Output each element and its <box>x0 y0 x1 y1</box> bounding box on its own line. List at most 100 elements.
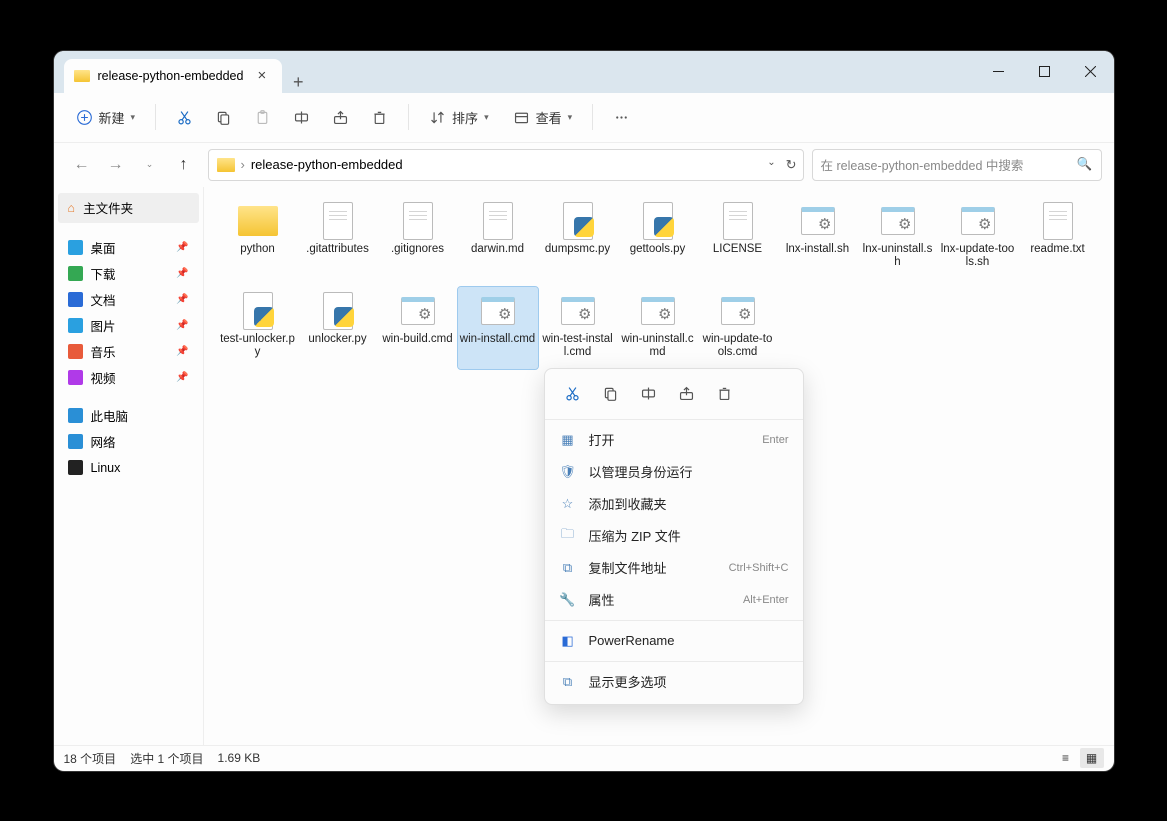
address-dropdown[interactable]: ⌄ <box>767 157 775 173</box>
tab-close-button[interactable]: × <box>251 67 272 84</box>
status-bar: 18 个项目 选中 1 个项目 1.69 KB ≡ ▦ <box>54 745 1114 771</box>
file-item[interactable]: darwin.md <box>458 197 538 279</box>
folder-icon <box>74 70 90 82</box>
sidebar-item[interactable]: 音乐📌 <box>58 339 199 365</box>
file-item[interactable]: gettools.py <box>618 197 698 279</box>
sidebar-item[interactable]: 图片📌 <box>58 313 199 339</box>
file-name: python <box>240 243 275 257</box>
file-icon <box>476 201 520 241</box>
sidebar-item[interactable]: 网络 <box>58 429 199 455</box>
file-icon <box>396 291 440 331</box>
toolbar: 新建▾ 排序▾ 查看▾ <box>54 93 1114 143</box>
file-icon <box>796 201 840 241</box>
file-item[interactable]: lnx-uninstall.sh <box>858 197 938 279</box>
cut-button[interactable] <box>166 100 203 134</box>
powerrename-icon: ◧ <box>559 633 577 649</box>
file-name: LICENSE <box>713 243 762 257</box>
maximize-button[interactable] <box>1022 51 1068 93</box>
search-placeholder: 在 release-python-embedded 中搜索 <box>821 155 1024 174</box>
search-input[interactable]: 在 release-python-embedded 中搜索 🔍 <box>812 149 1102 181</box>
rename-button[interactable] <box>283 100 320 134</box>
file-item[interactable]: unlocker.py <box>298 287 378 369</box>
sidebar-item[interactable]: 桌面📌 <box>58 235 199 261</box>
file-item[interactable]: lnx-update-tools.sh <box>938 197 1018 279</box>
new-button[interactable]: 新建▾ <box>66 100 146 134</box>
file-item[interactable]: .gitattributes <box>298 197 378 279</box>
ctx-delete-button[interactable] <box>707 379 743 409</box>
ctx-share-button[interactable] <box>669 379 705 409</box>
file-name: darwin.md <box>471 243 524 257</box>
sidebar-home[interactable]: ⌂ 主文件夹 <box>58 193 199 223</box>
details-view-button[interactable]: ≡ <box>1054 748 1078 768</box>
file-item[interactable]: win-update-tools.cmd <box>698 287 778 369</box>
ctx-properties[interactable]: 🔧属性Alt+Enter <box>545 584 803 616</box>
copy-button[interactable] <box>205 100 242 134</box>
file-item[interactable]: test-unlocker.py <box>218 287 298 369</box>
share-button[interactable] <box>322 100 359 134</box>
up-button[interactable]: ↑ <box>168 149 200 181</box>
file-name: lnx-update-tools.sh <box>940 243 1016 271</box>
breadcrumb-sep: › <box>241 157 245 172</box>
ctx-run-admin[interactable]: 🛡以管理员身份运行 <box>545 456 803 488</box>
sidebar-item[interactable]: 文档📌 <box>58 287 199 313</box>
file-icon <box>476 291 520 331</box>
sidebar-item[interactable]: Linux <box>58 455 199 481</box>
ctx-zip[interactable]: 🗀压缩为 ZIP 文件 <box>545 520 803 552</box>
sidebar-item[interactable]: 下载📌 <box>58 261 199 287</box>
file-item[interactable]: readme.txt <box>1018 197 1098 279</box>
file-name: unlocker.py <box>308 333 366 347</box>
file-icon <box>716 291 760 331</box>
file-icon <box>396 201 440 241</box>
sidebar-item[interactable]: 视频📌 <box>58 365 199 391</box>
file-item[interactable]: win-build.cmd <box>378 287 458 369</box>
recent-button[interactable]: ⌄ <box>134 149 166 181</box>
view-button[interactable]: 查看▾ <box>503 100 583 134</box>
file-name: readme.txt <box>1030 243 1084 257</box>
ctx-copy-button[interactable] <box>593 379 629 409</box>
file-item[interactable]: win-install.cmd <box>458 287 538 369</box>
wrench-icon: 🔧 <box>559 592 577 608</box>
file-icon <box>956 201 1000 241</box>
nav-row: ← → ⌄ ↑ › release-python-embedded ⌄ ↻ 在 … <box>54 143 1114 187</box>
sort-button[interactable]: 排序▾ <box>419 100 499 134</box>
more-icon: ⧉ <box>559 674 577 690</box>
file-item[interactable]: dumpsmc.py <box>538 197 618 279</box>
breadcrumb-path[interactable]: release-python-embedded <box>251 157 403 172</box>
file-icon <box>316 291 360 331</box>
file-item[interactable]: win-test-install.cmd <box>538 287 618 369</box>
file-name: lnx-uninstall.sh <box>860 243 936 271</box>
ctx-rename-button[interactable] <box>631 379 667 409</box>
sidebar-item[interactable]: 此电脑 <box>58 403 199 429</box>
search-icon: 🔍 <box>1077 157 1093 172</box>
tab-current[interactable]: release-python-embedded × <box>64 59 283 93</box>
new-tab-button[interactable]: + <box>282 72 314 93</box>
close-button[interactable] <box>1068 51 1114 93</box>
forward-button[interactable]: → <box>100 149 132 181</box>
minimize-button[interactable] <box>976 51 1022 93</box>
file-name: win-test-install.cmd <box>540 333 616 361</box>
ctx-cut-button[interactable] <box>555 379 591 409</box>
file-icon <box>716 201 760 241</box>
more-button[interactable] <box>603 100 640 134</box>
context-menu: ▦打开Enter 🛡以管理员身份运行 ☆添加到收藏夹 🗀压缩为 ZIP 文件 ⧉… <box>544 368 804 705</box>
file-icon <box>556 201 600 241</box>
file-icon <box>876 201 920 241</box>
ctx-favorite[interactable]: ☆添加到收藏夹 <box>545 488 803 520</box>
icons-view-button[interactable]: ▦ <box>1080 748 1104 768</box>
ctx-powerrename[interactable]: ◧PowerRename <box>545 625 803 657</box>
ctx-show-more[interactable]: ⧉显示更多选项 <box>545 666 803 698</box>
file-item[interactable]: python <box>218 197 298 279</box>
paste-button[interactable] <box>244 100 281 134</box>
file-item[interactable]: win-uninstall.cmd <box>618 287 698 369</box>
file-item[interactable]: .gitignores <box>378 197 458 279</box>
ctx-copy-path[interactable]: ⧉复制文件地址Ctrl+Shift+C <box>545 552 803 584</box>
file-icon <box>236 201 280 241</box>
refresh-button[interactable]: ↻ <box>786 157 797 173</box>
file-item[interactable]: LICENSE <box>698 197 778 279</box>
file-item[interactable]: lnx-install.sh <box>778 197 858 279</box>
ctx-open[interactable]: ▦打开Enter <box>545 424 803 456</box>
delete-button[interactable] <box>361 100 398 134</box>
home-icon: ⌂ <box>68 201 76 215</box>
address-bar[interactable]: › release-python-embedded ⌄ ↻ <box>208 149 804 181</box>
back-button[interactable]: ← <box>66 149 98 181</box>
